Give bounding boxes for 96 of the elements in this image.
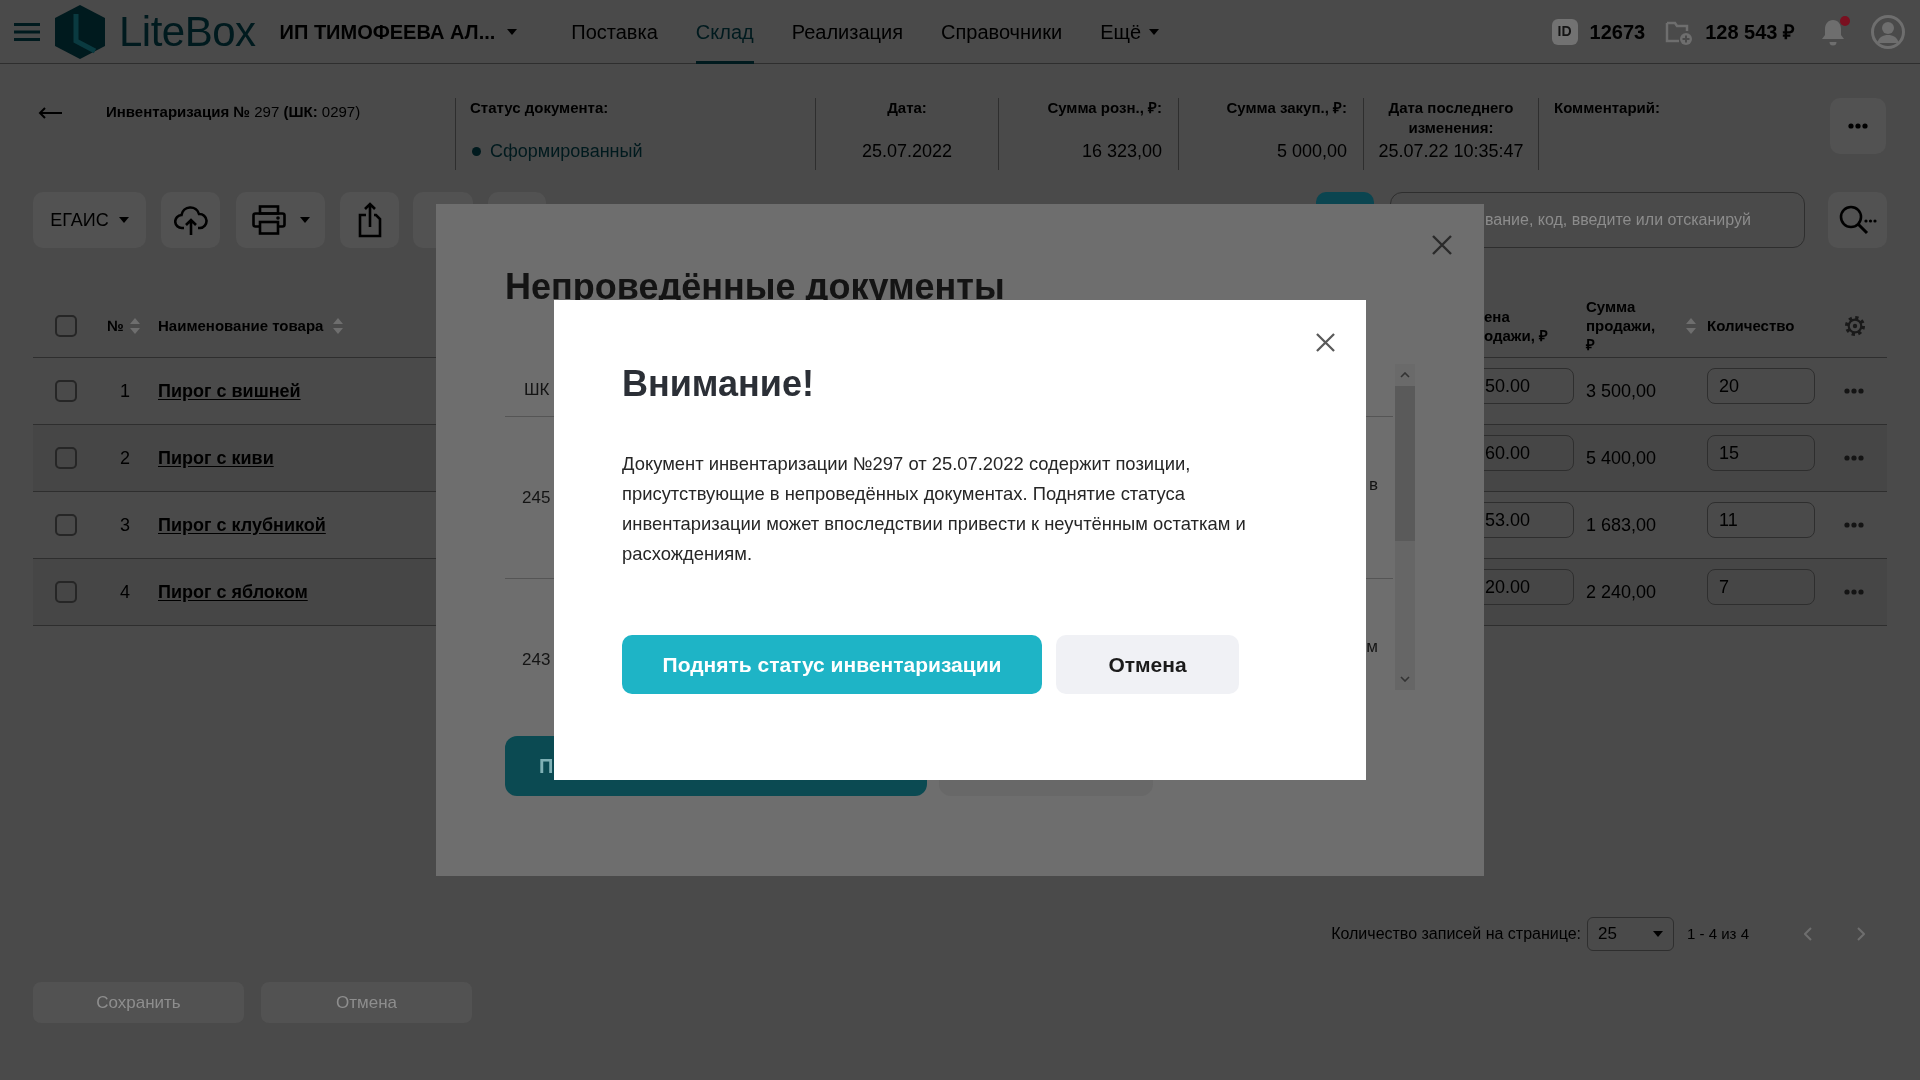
menu-icon[interactable] bbox=[14, 22, 40, 41]
page-size-label: Количество записей на странице: bbox=[1331, 924, 1582, 944]
product-link[interactable]: Пирог с киви bbox=[158, 447, 274, 468]
brand-name: LiteBox bbox=[119, 6, 256, 57]
sum-cell: 2 240,00 bbox=[1586, 581, 1657, 602]
table-cell-text: м bbox=[1366, 635, 1378, 658]
field-label: Статус документа: bbox=[470, 98, 609, 118]
field-label: Дата: bbox=[887, 98, 927, 118]
sort-icon[interactable] bbox=[333, 316, 344, 335]
field-value: 16 323,00 bbox=[1081, 141, 1162, 161]
caret-icon bbox=[507, 28, 518, 35]
table-cell-text: в bbox=[1368, 473, 1378, 496]
search-field[interactable]: вание, код, введите или отсканируй bbox=[1390, 192, 1805, 248]
cancel-button[interactable]: Отмена bbox=[1056, 635, 1239, 694]
close-icon[interactable] bbox=[1432, 235, 1452, 255]
more-button[interactable] bbox=[1830, 98, 1886, 154]
sort-icon[interactable] bbox=[1686, 316, 1696, 335]
sum-cell: 3 500,00 bbox=[1586, 380, 1657, 401]
row-number: 4 bbox=[120, 581, 130, 602]
company-selector[interactable]: ИП ТИМОФЕЕВА АЛ... bbox=[279, 16, 518, 47]
sort-icon[interactable] bbox=[129, 316, 140, 335]
sum-cell: 5 400,00 bbox=[1586, 447, 1657, 468]
caret-icon bbox=[118, 217, 129, 223]
dialog-message: Документ инвентаризации №297 от 25.07.2022 содержит позиции, присутствующие в непроведённых документах. Поднятие статуса инвентаризации может впоследствии привести к неучтённым остаткам и расхождениям. bbox=[622, 452, 1247, 566]
primary-button[interactable]: Поднять статус инвентаризации bbox=[622, 635, 1042, 694]
nav-tab[interactable]: Поставка bbox=[571, 0, 658, 64]
more-icon bbox=[1848, 123, 1868, 129]
sum-cell: 1 683,00 bbox=[1586, 514, 1657, 535]
column-header: Количество bbox=[1707, 316, 1795, 335]
more-icon[interactable] bbox=[1844, 589, 1864, 595]
row-number: 1 bbox=[120, 380, 130, 401]
id-badge: ID bbox=[1551, 18, 1578, 45]
cloud-upload-icon bbox=[173, 205, 208, 235]
quantity-field[interactable]: 7 bbox=[1707, 569, 1815, 605]
product-link[interactable]: Пирог с яблоком bbox=[158, 581, 308, 602]
nav-tab[interactable]: Склад bbox=[695, 0, 754, 64]
account-id: 12673 bbox=[1589, 19, 1646, 45]
column-header: ена одажи, ₽ bbox=[1484, 306, 1550, 345]
scrollbar[interactable] bbox=[1395, 364, 1415, 690]
more-icon[interactable] bbox=[1844, 522, 1864, 528]
nav-tab[interactable]: Справочники bbox=[941, 0, 1063, 64]
bell-icon[interactable] bbox=[1820, 17, 1846, 46]
settings-icon[interactable] bbox=[1844, 314, 1866, 337]
status-value[interactable]: Сформированный bbox=[490, 141, 643, 161]
field-value: 5 000,00 bbox=[1276, 141, 1347, 161]
chevron-down-icon[interactable] bbox=[1400, 676, 1410, 682]
avatar-icon[interactable] bbox=[1871, 14, 1905, 49]
search-button[interactable] bbox=[1828, 192, 1887, 248]
column-header: ШК bbox=[524, 379, 550, 402]
chevron-left-icon[interactable] bbox=[1804, 927, 1812, 941]
table-cell-text: 245 bbox=[522, 486, 551, 509]
caret-icon bbox=[299, 217, 310, 223]
nav-tab[interactable]: Ещё bbox=[1100, 0, 1160, 64]
search-icon bbox=[1838, 205, 1877, 235]
row-number: 2 bbox=[120, 447, 130, 468]
row-checkbox[interactable] bbox=[55, 581, 77, 603]
field-label: Сумма закуп., ₽: bbox=[1226, 98, 1347, 118]
chevron-right-icon[interactable] bbox=[1857, 927, 1865, 941]
share-icon bbox=[357, 202, 382, 238]
field-label: Дата последнего изменения: bbox=[1387, 98, 1515, 138]
page-size-select[interactable]: 25 bbox=[1587, 917, 1675, 951]
nav-tab[interactable]: Реализация bbox=[791, 0, 903, 64]
logo-icon bbox=[55, 4, 105, 59]
chevron-up-icon[interactable] bbox=[1400, 372, 1410, 378]
caret-icon bbox=[1653, 931, 1664, 937]
page-range: 1 - 4 из 4 bbox=[1687, 923, 1749, 944]
document-title: Инвентаризация № 297 (ШК: 0297) bbox=[106, 102, 362, 122]
print-button[interactable] bbox=[236, 192, 325, 248]
egais-button[interactable]: ЕГАИС bbox=[33, 192, 146, 248]
product-link[interactable]: Пирог с вишней bbox=[158, 380, 301, 401]
field-value: 25.07.22 10:35:47 bbox=[1378, 141, 1524, 161]
column-header: № bbox=[107, 316, 124, 335]
dialog-title: Внимание! bbox=[622, 362, 815, 406]
row-number: 3 bbox=[120, 514, 130, 535]
close-icon[interactable] bbox=[1316, 333, 1335, 352]
more-icon[interactable] bbox=[1844, 455, 1864, 461]
row-checkbox[interactable] bbox=[55, 514, 77, 536]
field-label: Комментарий: bbox=[1554, 98, 1660, 118]
column-header: Сумма продажи, ₽ bbox=[1586, 297, 1657, 354]
table-cell-text: 243 bbox=[522, 648, 551, 671]
column-header: Наименование товара bbox=[158, 316, 324, 335]
share-button[interactable] bbox=[340, 192, 399, 248]
quantity-field[interactable]: 11 bbox=[1707, 502, 1815, 538]
row-checkbox[interactable] bbox=[55, 380, 77, 402]
quantity-field[interactable]: 15 bbox=[1707, 435, 1815, 471]
back-arrow-icon[interactable] bbox=[38, 107, 62, 119]
product-link[interactable]: Пирог с клубникой bbox=[158, 514, 326, 535]
more-icon[interactable] bbox=[1844, 388, 1864, 394]
select-all-checkbox[interactable] bbox=[55, 314, 77, 337]
upload-button[interactable] bbox=[161, 192, 220, 248]
quantity-field[interactable]: 20 bbox=[1707, 368, 1815, 404]
field-value: 25.07.2022 bbox=[861, 141, 953, 161]
field-label: Сумма розн., ₽: bbox=[1047, 98, 1162, 118]
printer-icon bbox=[251, 205, 286, 235]
balance: 128 543 ₽ bbox=[1705, 19, 1795, 45]
row-checkbox[interactable] bbox=[55, 447, 77, 469]
